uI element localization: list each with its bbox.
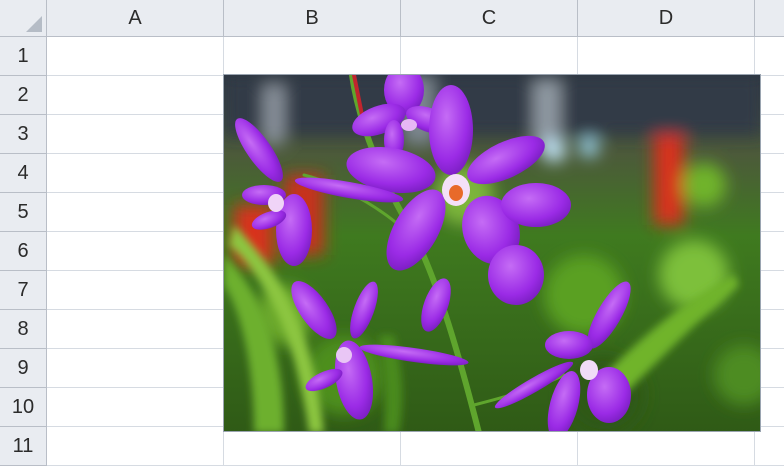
select-all-triangle-icon bbox=[26, 16, 42, 32]
cell-a4[interactable] bbox=[47, 154, 224, 193]
cell-a8[interactable] bbox=[47, 310, 224, 349]
spreadsheet-grid: A B C D 1 2 3 4 5 6 7 8 9 10 11 bbox=[0, 0, 784, 466]
column-header-a[interactable]: A bbox=[47, 0, 224, 37]
row-header-10[interactable]: 10 bbox=[0, 388, 47, 427]
cell-a10[interactable] bbox=[47, 388, 224, 427]
select-all-button[interactable] bbox=[0, 0, 47, 37]
cell-a5[interactable] bbox=[47, 193, 224, 232]
row-header-9[interactable]: 9 bbox=[0, 349, 47, 388]
cell-c11[interactable] bbox=[401, 427, 578, 466]
cell-d1[interactable] bbox=[578, 37, 755, 76]
orchid-image bbox=[224, 75, 760, 431]
cell-a2[interactable] bbox=[47, 76, 224, 115]
cell-a1[interactable] bbox=[47, 37, 224, 76]
row-header-7[interactable]: 7 bbox=[0, 271, 47, 310]
column-header-b[interactable]: B bbox=[224, 0, 401, 37]
cell-a3[interactable] bbox=[47, 115, 224, 154]
cell-e1[interactable] bbox=[755, 37, 784, 76]
cell-b11[interactable] bbox=[224, 427, 401, 466]
row-header-11[interactable]: 11 bbox=[0, 427, 47, 466]
cell-a11[interactable] bbox=[47, 427, 224, 466]
cell-a7[interactable] bbox=[47, 271, 224, 310]
cell-a9[interactable] bbox=[47, 349, 224, 388]
cell-b1[interactable] bbox=[224, 37, 401, 76]
column-header-e-partial[interactable] bbox=[755, 0, 784, 37]
orchid-picture[interactable] bbox=[223, 74, 761, 432]
cell-a6[interactable] bbox=[47, 232, 224, 271]
row-header-6[interactable]: 6 bbox=[0, 232, 47, 271]
row-header-1[interactable]: 1 bbox=[0, 37, 47, 76]
row-header-8[interactable]: 8 bbox=[0, 310, 47, 349]
row-header-3[interactable]: 3 bbox=[0, 115, 47, 154]
column-header-d[interactable]: D bbox=[578, 0, 755, 37]
cell-c1[interactable] bbox=[401, 37, 578, 76]
row-header-2[interactable]: 2 bbox=[0, 76, 47, 115]
column-header-c[interactable]: C bbox=[401, 0, 578, 37]
row-header-4[interactable]: 4 bbox=[0, 154, 47, 193]
cell-d11[interactable] bbox=[578, 427, 755, 466]
row-header-5[interactable]: 5 bbox=[0, 193, 47, 232]
cell-e11[interactable] bbox=[755, 427, 784, 466]
